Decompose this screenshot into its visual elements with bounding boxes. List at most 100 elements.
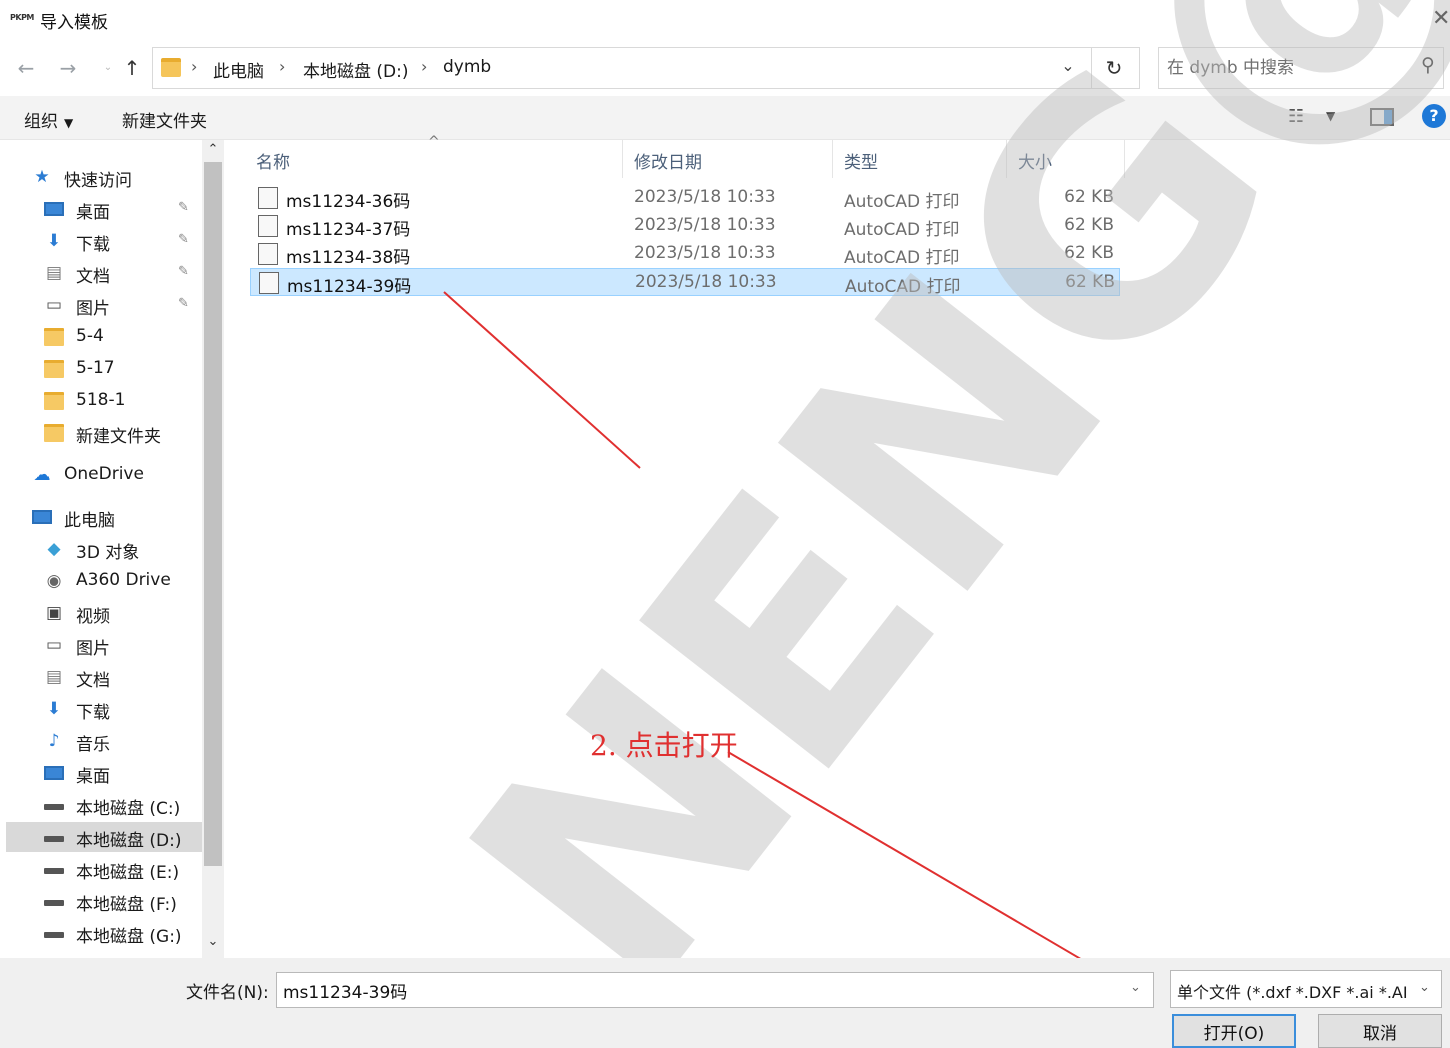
drive-icon [44, 932, 64, 938]
sidebar-item[interactable]: ▤ 文档 [0, 662, 200, 692]
sidebar-item[interactable]: 5-4 [0, 322, 200, 352]
sidebar-item[interactable]: ◉ A360 Drive [0, 566, 200, 596]
file-row[interactable]: ms11234-39码 2023/5/18 10:33 AutoCAD 打印 62 K… [250, 268, 1120, 297]
sort-ascending-icon: ^ [428, 134, 440, 150]
address-bar[interactable]: › 此电脑 › 本地磁盘 (D:) › dymb ⌄ ↻ [152, 47, 1140, 89]
caret-down-icon[interactable]: ▼ [1326, 109, 1335, 123]
breadcrumb-dymb[interactable]: dymb [443, 57, 491, 77]
sidebar-item[interactable]: 本地磁盘 (G:) [0, 918, 200, 948]
column-header-name[interactable]: 名称 [256, 146, 290, 180]
search-box[interactable]: ⚲ [1158, 47, 1444, 89]
forward-arrow-icon[interactable]: → [56, 56, 80, 80]
sidebar-item-label: 图片 [76, 639, 110, 659]
breadcrumb-separator-icon: › [279, 57, 286, 76]
file-type-selected: 单个文件 (*.dxf *.DXF *.ai *.AI [1177, 983, 1408, 1002]
sidebar-item[interactable]: 桌面 [0, 758, 200, 788]
sidebar-item-label: OneDrive [64, 464, 144, 484]
refresh-icon[interactable]: ↻ [1099, 56, 1129, 80]
sidebar-item[interactable]: ▭ 图片 ✎ [0, 290, 200, 320]
file-size: 62 KB [1065, 272, 1115, 292]
sidebar-item[interactable]: 本地磁盘 (E:) [0, 854, 200, 884]
sidebar-item-label: 下载 [76, 703, 110, 723]
computer-icon [32, 510, 52, 524]
music-icon: ♪ [48, 731, 60, 751]
sidebar-item-label: 本地磁盘 (F:) [76, 895, 177, 915]
new-folder-button[interactable]: 新建文件夹 [122, 107, 207, 132]
sidebar-item[interactable]: 518-1 [0, 386, 200, 416]
folder-icon [44, 360, 64, 378]
column-header-type[interactable]: 类型 [844, 146, 878, 180]
file-row[interactable]: ms11234-36码 2023/5/18 10:33 AutoCAD 打印 62 K… [250, 184, 1120, 212]
command-bar: 组织 ▼ 新建文件夹 ☷ ▼ ? [0, 96, 1450, 140]
sidebar-item[interactable]: ⬇ 下载 ✎ [0, 226, 200, 256]
sidebar-item[interactable]: ★ 快速访问 [0, 162, 200, 192]
sidebar-item[interactable]: ☁ OneDrive [0, 460, 200, 490]
sidebar-item[interactable]: 本地磁盘 (D:) [6, 822, 206, 852]
help-icon[interactable]: ? [1422, 104, 1446, 128]
view-options-icon[interactable]: ☷ [1288, 106, 1304, 127]
scroll-thumb[interactable] [204, 162, 222, 866]
download-icon: ⬇ [46, 699, 62, 719]
scroll-up-icon[interactable]: ⌃ [202, 142, 224, 162]
file-list: 名称 ^ 修改日期 类型 大小 ms11234-36码 2023/5/18 10:… [226, 134, 1450, 958]
column-divider[interactable] [622, 140, 623, 178]
recent-locations-icon[interactable]: ⌄ [96, 56, 120, 80]
drive-icon [44, 804, 64, 810]
file-row[interactable]: ms11234-37码 2023/5/18 10:33 AutoCAD 打印 62 K… [250, 212, 1120, 240]
sidebar-item[interactable]: ♪ 音乐 [0, 726, 200, 756]
search-input[interactable] [1167, 56, 1407, 80]
drive-icon [44, 836, 64, 842]
back-arrow-icon[interactable]: ← [14, 56, 38, 80]
open-button[interactable]: 打开(O) [1172, 1014, 1296, 1048]
file-size: 62 KB [1064, 215, 1114, 235]
sidebar-scrollbar[interactable]: ⌃ ⌄ [202, 140, 224, 958]
organize-button[interactable]: 组织 ▼ [24, 107, 73, 132]
sidebar-item-label: 5-17 [76, 358, 115, 378]
sidebar-item-label: 本地磁盘 (G:) [76, 927, 182, 947]
sidebar-item[interactable]: 桌面 ✎ [0, 194, 200, 224]
sidebar-item[interactable]: ◆ 3D 对象 [0, 534, 200, 564]
file-type-select[interactable]: 单个文件 (*.dxf *.DXF *.ai *.AI ⌄ [1170, 970, 1442, 1008]
column-divider[interactable] [1006, 140, 1007, 178]
cancel-button[interactable]: 取消 [1318, 1014, 1442, 1048]
cloud-icon: ☁ [33, 465, 51, 485]
breadcrumb-drive-d[interactable]: 本地磁盘 (D:) [303, 57, 409, 82]
breadcrumb-this-pc[interactable]: 此电脑 [213, 57, 264, 82]
scroll-down-icon[interactable]: ⌄ [202, 934, 224, 954]
pictures-icon: ▭ [45, 635, 63, 655]
chevron-down-icon[interactable]: ⌄ [1055, 56, 1081, 80]
file-row[interactable]: ms11234-38码 2023/5/18 10:33 AutoCAD 打印 62 K… [250, 240, 1120, 268]
sidebar-item[interactable]: 本地磁盘 (F:) [0, 886, 200, 916]
sidebar-item[interactable]: 本地磁盘 (C:) [0, 790, 200, 820]
search-icon[interactable]: ⚲ [1417, 54, 1439, 80]
plot-file-icon [258, 243, 278, 265]
sidebar-item[interactable]: ▤ 文档 ✎ [0, 258, 200, 288]
sidebar-item-label: 本地磁盘 (C:) [76, 799, 181, 819]
app-logo: PKPM [10, 13, 34, 22]
document-icon: ▤ [45, 263, 63, 283]
address-divider [1091, 48, 1092, 88]
sidebar-item[interactable]: ▣ 视频 [0, 598, 200, 628]
drive-icon [44, 900, 64, 906]
plot-file-icon [258, 187, 278, 209]
filename-input[interactable] [276, 972, 1154, 1008]
sidebar-item[interactable]: 5-17 [0, 354, 200, 384]
sidebar-item[interactable]: 此电脑 [0, 502, 200, 532]
sidebar-item[interactable]: ⬇ 下载 [0, 694, 200, 724]
document-icon: ▤ [45, 667, 63, 687]
preview-pane-icon[interactable] [1370, 108, 1394, 126]
column-divider[interactable] [832, 140, 833, 178]
up-arrow-icon[interactable]: ↑ [120, 56, 144, 80]
breadcrumb-separator-icon: › [191, 57, 198, 76]
column-header-size[interactable]: 大小 [1018, 146, 1052, 180]
close-button[interactable]: ✕ [1432, 6, 1450, 32]
sidebar-item[interactable]: ▭ 图片 [0, 630, 200, 660]
sidebar-item-label: 文档 [76, 671, 110, 691]
column-divider[interactable] [1124, 140, 1125, 178]
sidebar-item-label: 此电脑 [64, 511, 115, 531]
sidebar-item-label: 音乐 [76, 735, 110, 755]
sidebar-item[interactable]: 新建文件夹 [0, 418, 200, 448]
column-header-date[interactable]: 修改日期 [634, 146, 702, 180]
chevron-down-icon[interactable]: ⌄ [1130, 980, 1141, 995]
folder-icon [44, 328, 64, 346]
